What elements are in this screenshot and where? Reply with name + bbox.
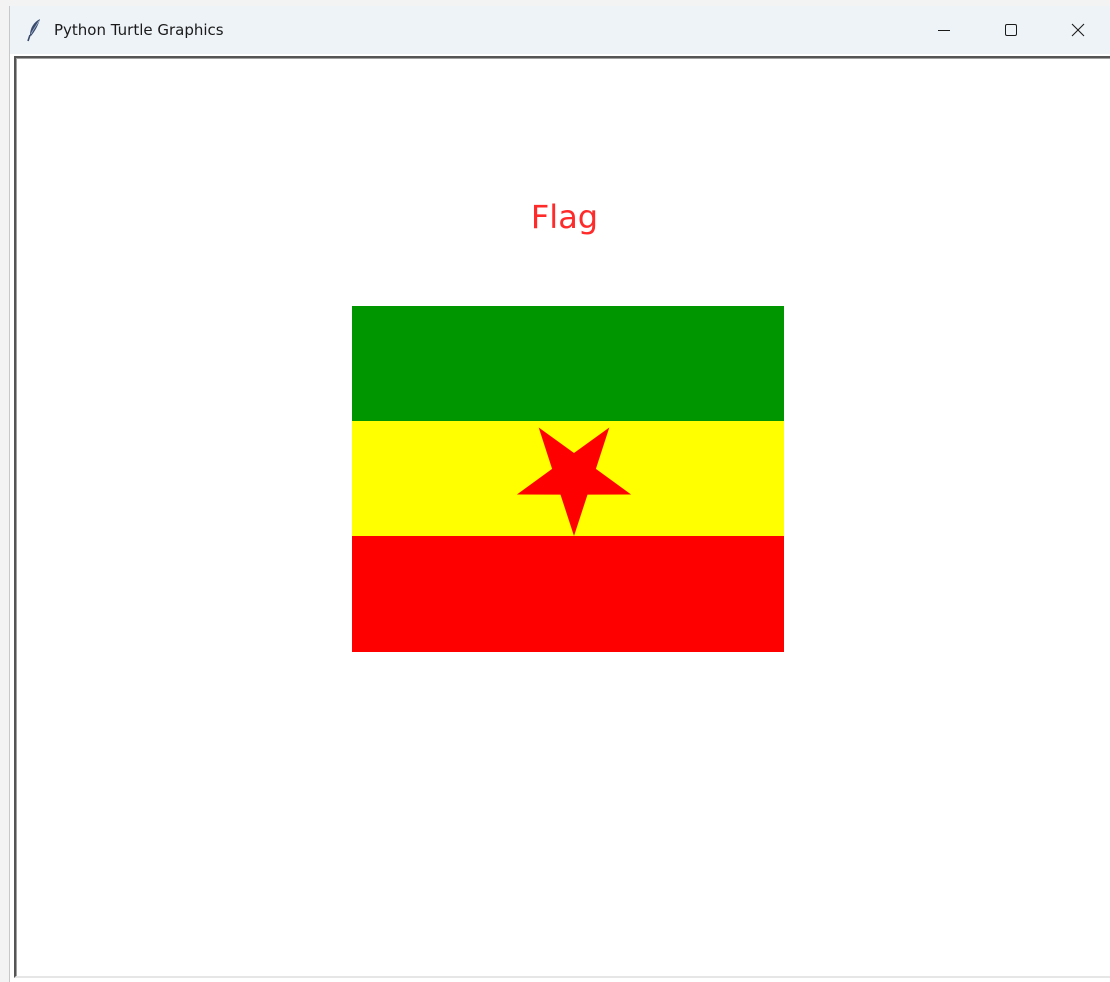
flag-title: Flag <box>530 198 599 236</box>
close-button[interactable] <box>1045 6 1110 54</box>
feather-icon <box>26 18 44 42</box>
turtle-window: Python Turtle Graphics Flag <box>9 6 1110 982</box>
title-bar[interactable]: Python Turtle Graphics <box>10 6 1110 54</box>
close-icon <box>1071 23 1085 37</box>
flag <box>352 306 784 652</box>
window-title: Python Turtle Graphics <box>54 21 224 39</box>
maximize-icon <box>1004 23 1018 37</box>
turtle-canvas[interactable]: Flag <box>14 56 1110 978</box>
minimize-button[interactable] <box>911 6 977 54</box>
star-icon <box>516 427 632 536</box>
maximize-button[interactable] <box>978 6 1044 54</box>
minimize-icon <box>937 23 951 37</box>
